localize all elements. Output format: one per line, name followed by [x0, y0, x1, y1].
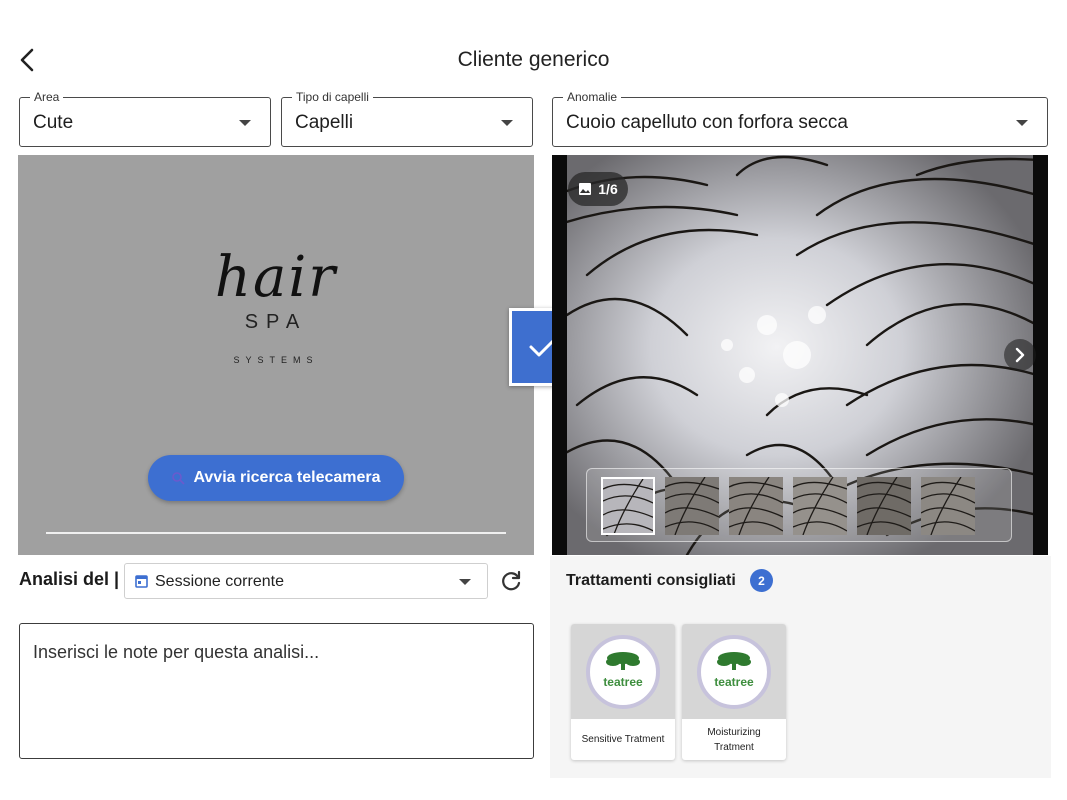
treatment-image: teatree	[682, 624, 786, 719]
recommended-treatments-panel: Trattamenti consigliati 2 teatree Sensit…	[550, 556, 1051, 778]
treatment-card[interactable]: teatree Moisturizing Tratment	[682, 624, 786, 760]
area-value: Cute	[33, 112, 74, 133]
start-camera-search-button[interactable]: Avvia ricerca telecamera	[148, 455, 404, 501]
calendar-icon	[135, 575, 148, 588]
notes-placeholder: Inserisci le note per questa analisi...	[33, 642, 320, 662]
hair-type-value: Capelli	[295, 112, 354, 133]
card-brand: teatree	[603, 675, 643, 689]
page-title: Cliente generico	[457, 48, 610, 71]
area-select[interactable]: Area Cute	[19, 90, 271, 147]
image-counter-badge: 1/6	[568, 172, 628, 206]
thumbnail-6[interactable]	[921, 477, 975, 535]
start-camera-search-label: Avvia ricerca telecamera	[193, 469, 381, 486]
anomalies-select[interactable]: Anomalie Cuoio capelluto con forfora sec…	[552, 90, 1048, 147]
hair-type-select[interactable]: Tipo di capelli Capelli	[281, 90, 533, 147]
chevron-down-icon	[459, 579, 471, 585]
logo-systems: SYSTEMS	[233, 355, 319, 365]
anomalies-label: Anomalie	[563, 90, 622, 104]
anomalies-value: Cuoio capelluto con forfora secca	[566, 112, 848, 133]
area-label: Area	[30, 90, 64, 104]
hair-type-label: Tipo di capelli	[292, 90, 373, 104]
thumbnail-3[interactable]	[729, 477, 783, 535]
analysis-label: Analisi del |	[19, 569, 120, 589]
teatree-logo: teatree	[697, 635, 771, 709]
thumbnail-image	[603, 479, 653, 533]
treatments-count-badge: 2	[750, 569, 773, 592]
thumbnail-image	[793, 477, 847, 535]
thumbnail-5[interactable]	[857, 477, 911, 535]
logo-spa: SPA	[244, 311, 308, 333]
chevron-right-icon	[1015, 347, 1025, 363]
treatment-name: Sensitive Tratment	[581, 734, 665, 745]
image-icon	[579, 183, 592, 195]
treatment-card[interactable]: teatree Sensitive Tratment	[571, 624, 675, 760]
session-value: Sessione corrente	[155, 573, 284, 590]
thumbnail-image	[665, 477, 719, 535]
camera-divider	[46, 532, 506, 534]
chevron-down-icon	[239, 120, 251, 126]
teatree-logo: teatree	[586, 635, 660, 709]
thumbnail-image	[729, 477, 783, 535]
chevron-down-icon	[1016, 120, 1028, 126]
chevron-down-icon	[501, 120, 513, 126]
camera-preview: hair SPA SYSTEMS Avvia ricerca telecamer…	[18, 155, 534, 555]
search-icon	[172, 472, 186, 485]
logo-hair: hair	[214, 245, 338, 310]
treatment-name: Moisturizing Tratment	[707, 726, 761, 753]
image-counter: 1/6	[598, 181, 618, 197]
thumbnail-2[interactable]	[665, 477, 719, 535]
card-brand: teatree	[714, 675, 754, 689]
thumbnail-strip	[586, 468, 1012, 542]
next-image-button[interactable]	[1004, 339, 1036, 371]
treatment-image: teatree	[571, 624, 675, 719]
session-select[interactable]: Sessione corrente	[124, 563, 488, 599]
thumbnail-4[interactable]	[793, 477, 847, 535]
thumbnail-1[interactable]	[601, 477, 655, 535]
refresh-icon[interactable]	[498, 568, 524, 594]
thumbnail-image	[857, 477, 911, 535]
hairspa-logo: hair SPA SYSTEMS	[18, 245, 534, 385]
thumbnail-image	[921, 477, 975, 535]
notes-textarea[interactable]: Inserisci le note per questa analisi...	[19, 623, 534, 759]
anomaly-photo-viewer[interactable]: 1/6	[552, 155, 1048, 555]
treatments-title: Trattamenti consigliati	[566, 572, 736, 589]
